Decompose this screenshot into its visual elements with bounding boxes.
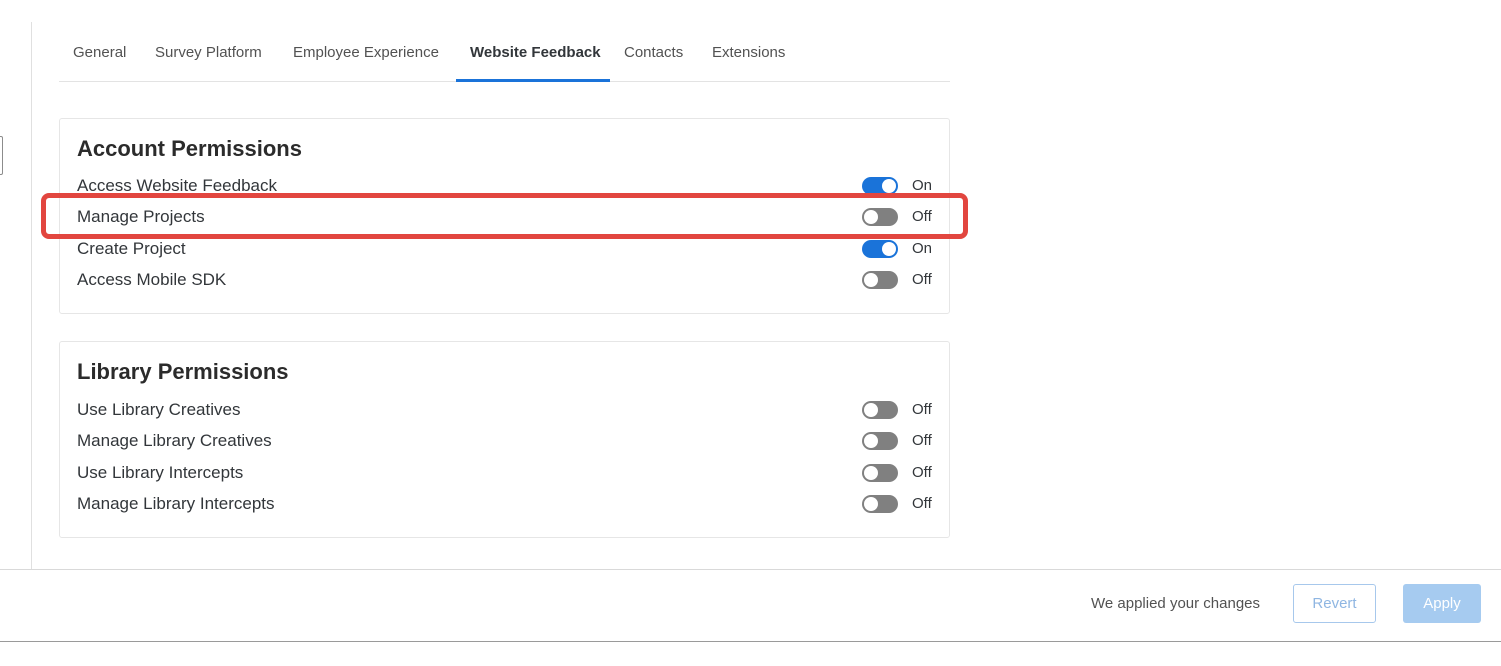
tab-survey-platform[interactable]: Survey Platform xyxy=(155,44,262,61)
toggle-knob xyxy=(864,210,878,224)
toggle-knob xyxy=(882,242,896,256)
toggle-state-label: Off xyxy=(912,495,932,512)
toggle-switch[interactable] xyxy=(862,177,898,195)
permission-row-create-project: Create Project On xyxy=(77,237,933,261)
toggle-switch[interactable] xyxy=(862,208,898,226)
toggle-state-label: On xyxy=(912,240,933,257)
toggle-state-label: Off xyxy=(912,208,932,225)
permission-label: Manage Projects xyxy=(77,207,205,226)
apply-button[interactable]: Apply xyxy=(1403,584,1481,623)
tab-website-feedback[interactable]: Website Feedback xyxy=(470,44,601,61)
permission-label: Access Website Feedback xyxy=(77,176,277,195)
toggle-knob xyxy=(864,497,878,511)
toggle-switch[interactable] xyxy=(862,240,898,258)
permission-row-access-website-feedback: Access Website Feedback On xyxy=(77,174,933,198)
toggle-state-label: Off xyxy=(912,464,932,481)
tab-bar: General Survey Platform Employee Experie… xyxy=(59,22,950,82)
permission-row-manage-library-creatives: Manage Library Creatives Off xyxy=(77,429,933,453)
library-permissions-panel: Library Permissions Use Library Creative… xyxy=(59,341,950,538)
toggle-switch[interactable] xyxy=(862,495,898,513)
tab-employee-experience[interactable]: Employee Experience xyxy=(293,44,439,61)
library-permissions-title: Library Permissions xyxy=(77,359,289,384)
permission-row-use-library-creatives: Use Library Creatives Off xyxy=(77,398,933,422)
active-tab-indicator xyxy=(456,79,610,82)
collapsed-sidebar-handle[interactable] xyxy=(0,136,3,175)
toggle-knob xyxy=(864,273,878,287)
permission-label: Use Library Creatives xyxy=(77,400,241,419)
toggle-switch[interactable] xyxy=(862,271,898,289)
toggle-knob xyxy=(882,179,896,193)
save-status-text: We applied your changes xyxy=(1091,595,1260,612)
toggle-state-label: Off xyxy=(912,401,932,418)
tab-contacts[interactable]: Contacts xyxy=(624,44,683,61)
toggle-state-label: On xyxy=(912,177,933,194)
permission-label: Create Project xyxy=(77,239,186,258)
settings-page: General Survey Platform Employee Experie… xyxy=(0,0,1501,666)
toggle-state-label: Off xyxy=(912,271,932,288)
toggle-knob xyxy=(864,403,878,417)
permission-row-manage-library-intercepts: Manage Library Intercepts Off xyxy=(77,492,933,516)
toggle-state-label: Off xyxy=(912,432,932,449)
sidebar-divider xyxy=(31,22,32,570)
toggle-switch[interactable] xyxy=(862,401,898,419)
tab-extensions[interactable]: Extensions xyxy=(712,44,785,61)
revert-button[interactable]: Revert xyxy=(1293,584,1376,623)
account-permissions-title: Account Permissions xyxy=(77,136,302,161)
tab-general[interactable]: General xyxy=(73,44,126,61)
toggle-knob xyxy=(864,434,878,448)
account-permissions-panel: Account Permissions Access Website Feedb… xyxy=(59,118,950,314)
permission-row-manage-projects: Manage Projects Off xyxy=(77,205,933,229)
permission-row-access-mobile-sdk: Access Mobile SDK Off xyxy=(77,268,933,292)
permission-label: Manage Library Creatives xyxy=(77,431,272,450)
footer-bar: We applied your changes Revert Apply xyxy=(0,569,1501,642)
permission-label: Use Library Intercepts xyxy=(77,463,244,482)
toggle-switch[interactable] xyxy=(862,432,898,450)
permission-label: Manage Library Intercepts xyxy=(77,494,275,513)
toggle-knob xyxy=(864,466,878,480)
permission-label: Access Mobile SDK xyxy=(77,270,227,289)
toggle-switch[interactable] xyxy=(862,464,898,482)
permission-row-use-library-intercepts: Use Library Intercepts Off xyxy=(77,461,933,485)
